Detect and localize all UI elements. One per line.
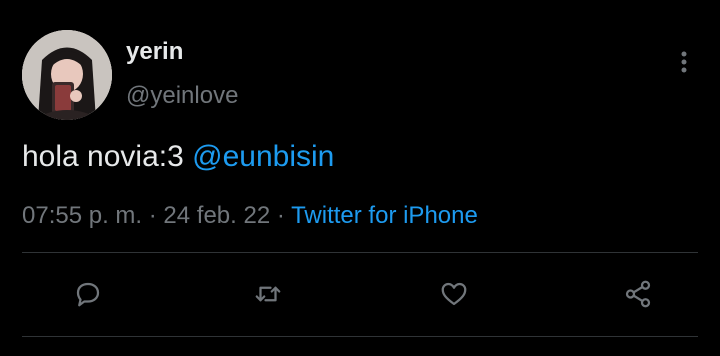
- divider: [22, 336, 698, 337]
- author-handle[interactable]: @yeinlove: [126, 82, 238, 110]
- tweet-source[interactable]: Twitter for iPhone: [291, 202, 478, 229]
- tweet-meta: 07:55 p. m. · 24 feb. 22 · Twitter for i…: [22, 202, 478, 230]
- more-options-icon[interactable]: [670, 48, 698, 76]
- tweet-time[interactable]: 07:55 p. m.: [22, 202, 142, 229]
- retweet-button[interactable]: [248, 276, 288, 316]
- mention-link[interactable]: @eunbisin: [192, 140, 334, 173]
- meta-separator: ·: [270, 202, 292, 229]
- tweet-date[interactable]: 24 feb. 22: [163, 202, 270, 229]
- share-icon: [623, 279, 653, 314]
- meta-separator: ·: [142, 202, 164, 229]
- like-button[interactable]: [434, 276, 474, 316]
- divider: [22, 252, 698, 253]
- author-name[interactable]: yerin: [126, 38, 183, 66]
- avatar[interactable]: [22, 30, 112, 120]
- tweet-text: hola novia:3 @eunbisin: [22, 140, 334, 174]
- retweet-icon: [253, 279, 283, 314]
- share-button[interactable]: [618, 276, 658, 316]
- like-icon: [439, 279, 469, 314]
- reply-button[interactable]: [68, 276, 108, 316]
- reply-icon: [73, 279, 103, 314]
- action-bar: [22, 266, 698, 324]
- tweet-body: hola novia:3: [22, 140, 184, 173]
